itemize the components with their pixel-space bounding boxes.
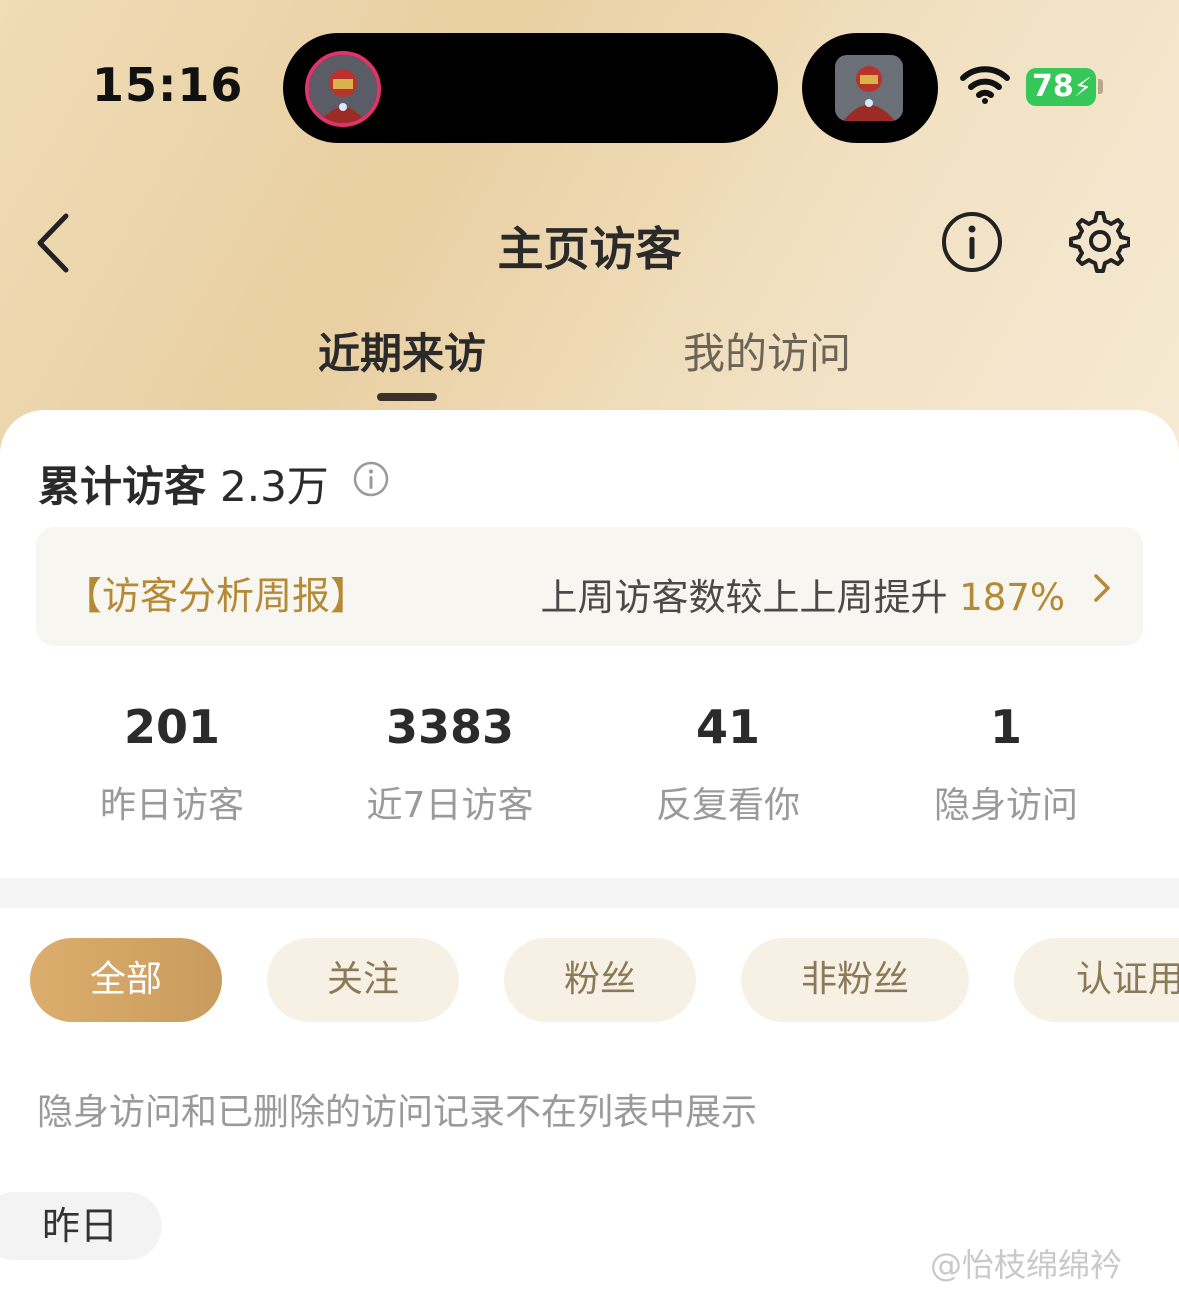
tab-indicator	[377, 393, 437, 401]
total-visitors-label: 累计访客	[38, 462, 207, 511]
stat-label: 反复看你	[655, 785, 800, 826]
tab-recent-visits[interactable]: 近期来访	[318, 320, 486, 381]
battery-nub	[1098, 79, 1103, 94]
filter-chip-following[interactable]: 关注	[267, 938, 459, 1022]
filter-chip-non-fans[interactable]: 非粉丝	[741, 938, 969, 1022]
dynamic-island-secondary[interactable]	[802, 33, 938, 143]
watermark: @怡枝绵绵衿	[930, 1246, 1123, 1284]
filter-chip-verified[interactable]: 认证用	[1014, 938, 1179, 1022]
tab-my-visits[interactable]: 我的访问	[683, 320, 851, 381]
dynamic-island[interactable]	[283, 33, 778, 143]
battery-level: 78	[1032, 69, 1074, 104]
wifi-icon	[960, 66, 1010, 104]
total-visitors: 累计访客 2.3万	[38, 453, 329, 514]
stat-repeat-visitors[interactable]: 41 反复看你	[598, 700, 858, 828]
stat-last-7-days[interactable]: 3383 近7日访客	[320, 700, 580, 828]
report-text: 上周访客数较上上周提升	[540, 576, 948, 619]
chevron-right-icon	[1094, 574, 1110, 602]
weekly-report-banner[interactable]: 【访客分析周报】 上周访客数较上上周提升 187%	[36, 527, 1143, 646]
stat-label: 昨日访客	[99, 785, 244, 826]
section-divider	[0, 878, 1179, 908]
battery-indicator: 78⚡	[1026, 68, 1096, 106]
stat-value: 201	[123, 700, 221, 754]
report-percent: 187%	[959, 576, 1065, 619]
stat-yesterday[interactable]: 201 昨日访客	[42, 700, 302, 828]
report-title: 【访客分析周报】	[64, 574, 369, 618]
stat-value: 1	[989, 700, 1022, 754]
gear-icon[interactable]	[1064, 208, 1130, 274]
stat-hidden-visits[interactable]: 1 隐身访问	[876, 700, 1136, 828]
stat-label: 近7日访客	[366, 785, 534, 826]
list-notice: 隐身访问和已删除的访问记录不在列表中展示	[37, 1092, 758, 1133]
stat-label: 隐身访问	[933, 785, 1078, 826]
status-time: 15:16	[92, 58, 244, 112]
info-icon[interactable]	[352, 460, 390, 498]
charging-icon: ⚡	[1073, 73, 1093, 103]
date-section-label: 昨日	[0, 1192, 162, 1260]
live-activity-thumbnail	[835, 55, 903, 121]
report-summary: 上周访客数较上上周提升 187%	[540, 567, 1065, 621]
live-activity-avatar	[305, 51, 381, 127]
filter-chip-fans[interactable]: 粉丝	[504, 938, 696, 1022]
stat-value: 3383	[385, 700, 515, 754]
filter-chip-all[interactable]: 全部	[30, 938, 222, 1022]
total-visitors-value: 2.3万	[220, 462, 329, 511]
stat-value: 41	[695, 700, 760, 754]
info-icon[interactable]	[940, 210, 1004, 274]
